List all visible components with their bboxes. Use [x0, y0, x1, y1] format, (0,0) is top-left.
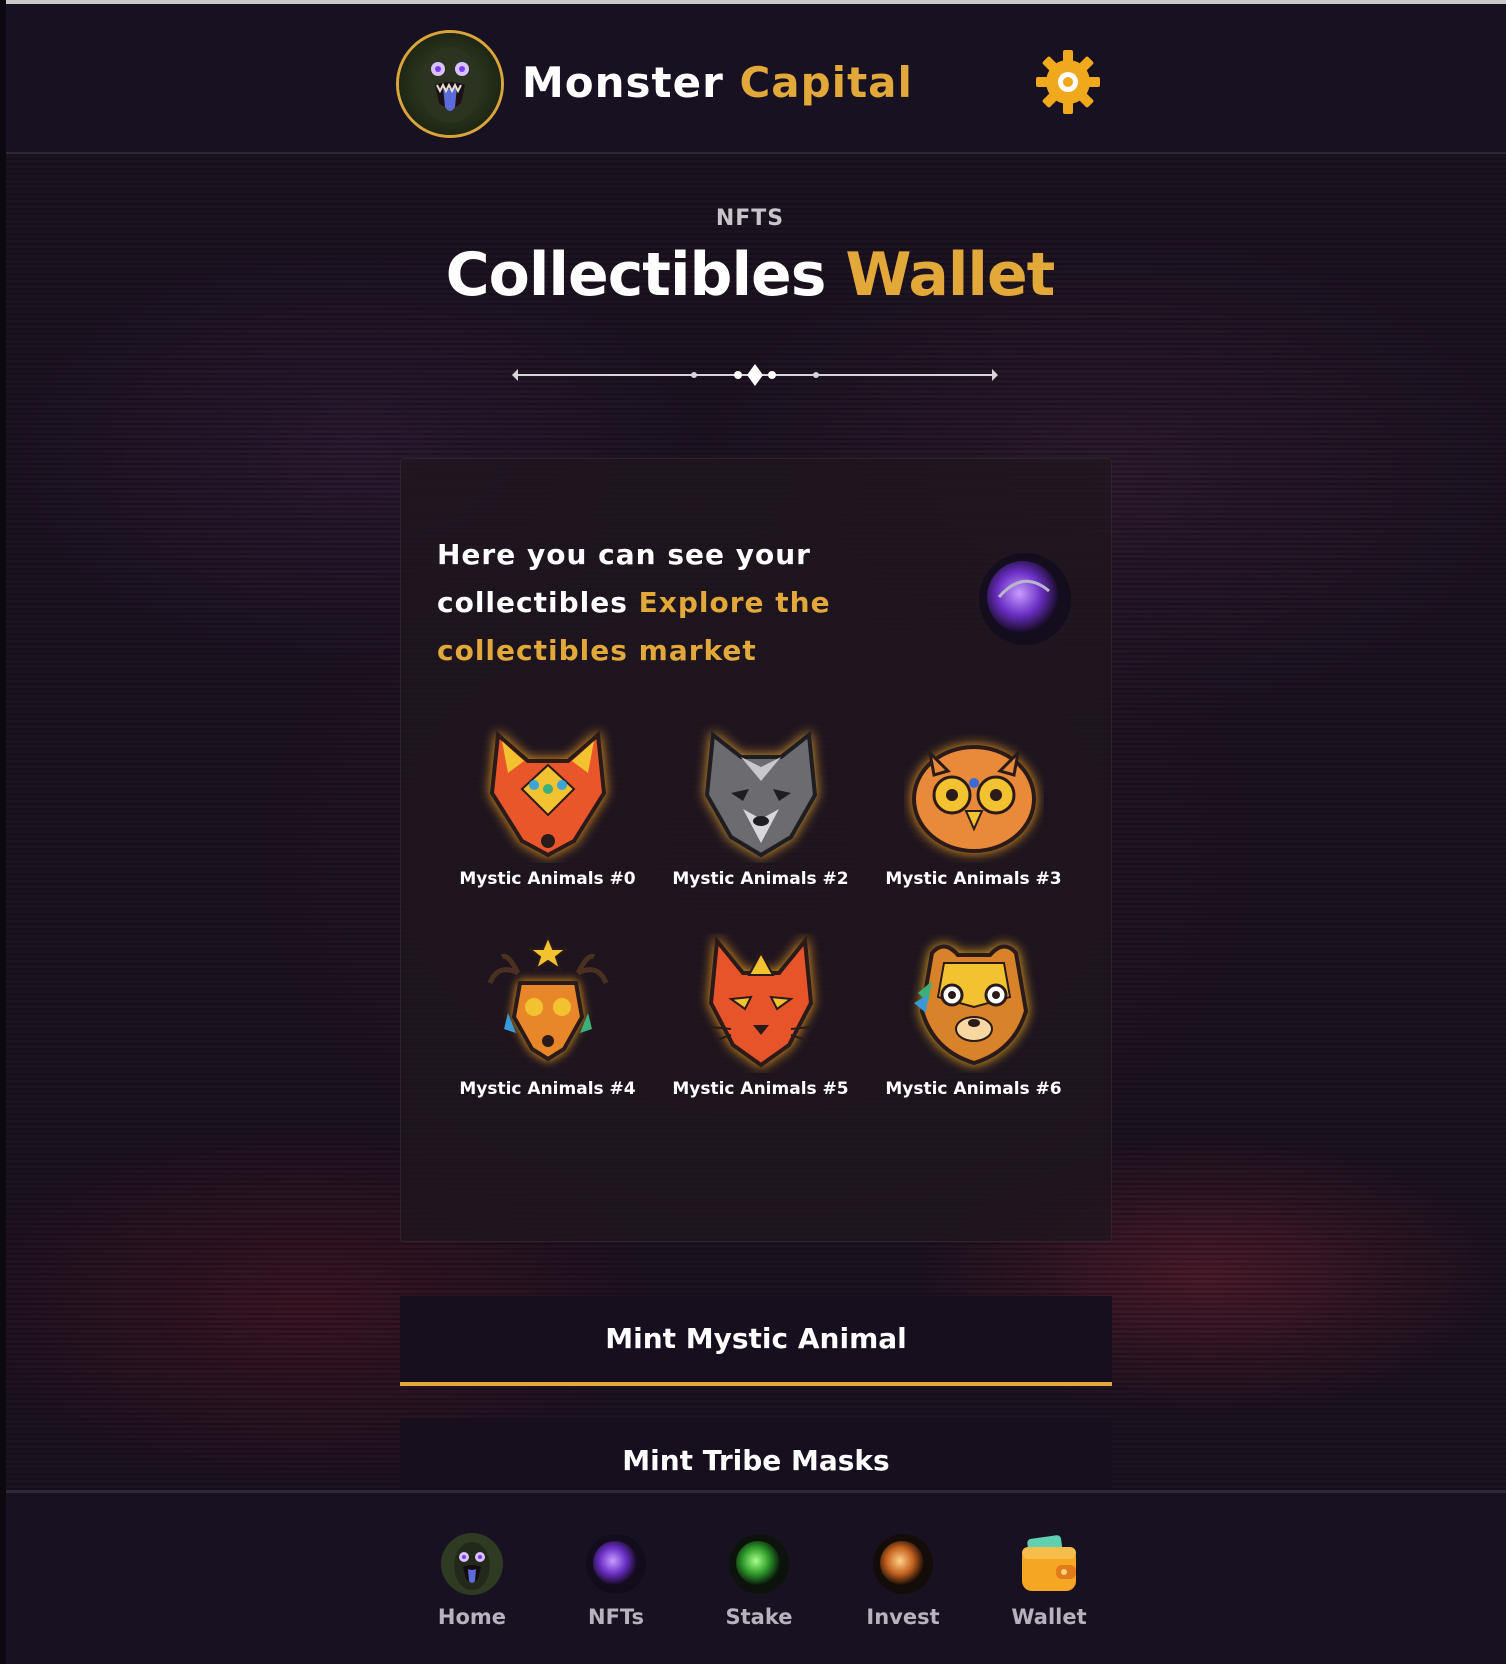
nft-label: Mystic Animals #5 — [672, 1079, 849, 1099]
nft-card[interactable]: Mystic Animals #4 — [441, 933, 654, 1099]
gear-icon[interactable] — [1030, 44, 1106, 120]
nft-label: Mystic Animals #0 — [459, 869, 636, 889]
bottom-nav: Home NFTs Stake Invest Wallet — [6, 1490, 1506, 1664]
title-accent: Wallet — [845, 240, 1055, 310]
mint-tribe-masks-button[interactable]: Mint Tribe Masks — [400, 1418, 1112, 1488]
nft-label: Mystic Animals #6 — [885, 1079, 1062, 1099]
monster-face-icon — [441, 1533, 503, 1595]
nft-label: Mystic Animals #2 — [672, 869, 849, 889]
nav-item-invest[interactable]: Invest — [843, 1533, 963, 1629]
fox-mask-icon — [478, 723, 618, 863]
green-orb-icon — [728, 1533, 790, 1595]
nav-item-wallet[interactable]: Wallet — [989, 1533, 1109, 1629]
collectibles-card: Here you can see your collectibles Explo… — [400, 458, 1112, 1242]
brand-name: Monster Capital — [522, 58, 913, 107]
nft-card[interactable]: Mystic Animals #5 — [654, 933, 867, 1099]
nav-item-nfts[interactable]: NFTs — [556, 1533, 676, 1629]
page-title: Collectibles Wallet — [0, 240, 1500, 310]
nft-card[interactable]: Mystic Animals #6 — [867, 933, 1080, 1099]
monster-logo-icon[interactable] — [396, 30, 504, 138]
nft-label: Mystic Animals #3 — [885, 869, 1062, 889]
card-intro: Here you can see your collectibles Explo… — [437, 531, 847, 675]
orange-orb-icon — [872, 1533, 934, 1595]
section-eyebrow: NFTS — [715, 206, 785, 231]
nav-label: Invest — [866, 1605, 940, 1629]
wolf-mask-icon — [691, 723, 831, 863]
nav-label: NFTs — [588, 1605, 644, 1629]
mint-mystic-animal-button[interactable]: Mint Mystic Animal — [400, 1296, 1112, 1386]
nav-label: Home — [437, 1605, 507, 1629]
app-header: Monster Capital — [6, 4, 1506, 154]
purple-orb-icon — [585, 1533, 647, 1595]
nav-item-home[interactable]: Home — [412, 1533, 532, 1629]
ornament-divider — [510, 360, 1000, 390]
nft-label: Mystic Animals #4 — [459, 1079, 636, 1099]
title-primary: Collectibles — [445, 240, 827, 310]
purple-orb-icon — [977, 551, 1073, 647]
nft-card[interactable]: Mystic Animals #0 — [441, 723, 654, 889]
owl-mask-icon — [904, 723, 1044, 863]
nav-label: Wallet — [1011, 1605, 1087, 1629]
nft-card[interactable]: Mystic Animals #3 — [867, 723, 1080, 889]
squirrel-mask-icon — [904, 933, 1044, 1073]
lynx-mask-icon — [691, 933, 831, 1073]
deer-mask-icon — [478, 933, 618, 1073]
nav-item-stake[interactable]: Stake — [699, 1533, 819, 1629]
wallet-icon — [1018, 1533, 1080, 1595]
nft-card[interactable]: Mystic Animals #2 — [654, 723, 867, 889]
nav-label: Stake — [725, 1605, 793, 1629]
brand-accent: Capital — [739, 58, 913, 107]
brand-primary: Monster — [522, 58, 724, 107]
